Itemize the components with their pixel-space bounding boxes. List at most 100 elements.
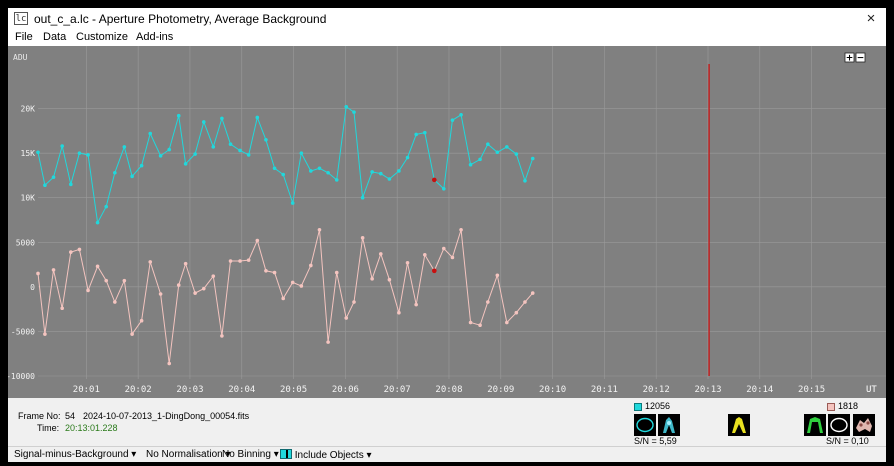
plot-background bbox=[8, 46, 886, 398]
series-comparison-point bbox=[148, 260, 153, 264]
comparison-psf-thumbnail[interactable] bbox=[853, 414, 875, 436]
chevron-down-icon: ▾ bbox=[131, 449, 137, 460]
series-comparison-point bbox=[414, 302, 418, 307]
series-comparison-point bbox=[183, 261, 188, 266]
series-comparison-point bbox=[486, 300, 490, 304]
include-objects-dropdown[interactable]: Include Objects ▾ bbox=[280, 449, 372, 461]
x-tick-label: 20:11 bbox=[591, 385, 618, 395]
series-comparison-point bbox=[478, 323, 482, 327]
target-id: 12056 bbox=[645, 401, 671, 411]
app-window: lc out_c_a.lc - Aperture Photometry, Ave… bbox=[8, 8, 886, 462]
status-bar: Signal-minus-Background ▾ No Normalisati… bbox=[8, 446, 886, 462]
x-tick-label: 20:05 bbox=[280, 385, 307, 395]
time-label: Time: bbox=[37, 423, 60, 433]
menu-add-ins[interactable]: Add-ins bbox=[136, 31, 173, 43]
series-target-point bbox=[69, 182, 73, 187]
series-comparison-point bbox=[352, 300, 356, 304]
window-title: out_c_a.lc - Aperture Photometry, Averag… bbox=[34, 12, 327, 26]
x-tick-label: 20:14 bbox=[746, 385, 773, 395]
binning-dropdown[interactable]: No Binning ▾ bbox=[222, 449, 279, 460]
series-comparison-point bbox=[51, 268, 56, 272]
series-target-point bbox=[478, 157, 482, 162]
series-target-point bbox=[370, 170, 374, 174]
series-comparison-point bbox=[193, 291, 197, 295]
series-comparison-point bbox=[468, 320, 473, 325]
close-button[interactable]: × bbox=[862, 10, 880, 28]
x-tick-label: 20:06 bbox=[332, 385, 359, 395]
series-target-point bbox=[441, 187, 446, 191]
series-target-point bbox=[387, 177, 392, 181]
series-target-point bbox=[158, 154, 163, 158]
series-comparison-point bbox=[378, 252, 383, 256]
target-aperture-thumbnail[interactable] bbox=[634, 414, 656, 436]
x-tick-label: 20:12 bbox=[643, 385, 670, 395]
frame-number-label: Frame No: bbox=[18, 411, 61, 421]
series-target-point bbox=[167, 147, 172, 152]
target-psf-thumbnail[interactable] bbox=[658, 414, 680, 436]
zoom-out-button[interactable]: − bbox=[855, 52, 866, 64]
series-target-point bbox=[514, 152, 519, 156]
series-target-point bbox=[486, 142, 490, 147]
series-comparison-point bbox=[495, 273, 500, 278]
series-comparison-point bbox=[405, 260, 410, 265]
series-comparison-point bbox=[530, 291, 535, 295]
normalisation-dropdown[interactable]: No Normalisation ▾ bbox=[146, 449, 231, 460]
menu-customize[interactable]: Customize bbox=[76, 31, 128, 43]
series-target-point bbox=[290, 201, 295, 205]
lightcurve-plot-area[interactable]: -10000 -5000 0 5000 10K 15K 20K 20:01 20:02 20:0… bbox=[8, 46, 886, 398]
series-comparison-point bbox=[201, 286, 206, 291]
y-tick-label: 15K bbox=[21, 149, 36, 158]
zoom-out-icon: − bbox=[857, 54, 865, 64]
x-axis-ticks: 20:01 20:02 20:03 20:04 20:05 20:06 20:07 20:08… bbox=[73, 385, 825, 395]
frame-number-value: 54 bbox=[65, 411, 76, 421]
x-tick-label: 20:10 bbox=[539, 385, 566, 395]
series-target-point bbox=[130, 174, 134, 179]
y-unit-label: ADU bbox=[13, 53, 28, 62]
series-target-point bbox=[530, 156, 535, 161]
frame-file-name: 2024-10-07-2013_1-DingDong_00054.fits bbox=[83, 411, 250, 421]
series-target-point bbox=[193, 152, 197, 156]
series-target-point bbox=[334, 178, 339, 182]
series-comparison-point bbox=[86, 288, 90, 293]
series-target-point bbox=[423, 130, 427, 135]
series-target-point bbox=[122, 145, 127, 149]
series-comparison-point bbox=[290, 280, 295, 285]
series-comparison-point bbox=[360, 236, 365, 240]
series-target-point bbox=[36, 150, 40, 155]
series-target-point bbox=[148, 131, 153, 136]
x-unit-label: UT bbox=[866, 385, 877, 395]
series-target-point bbox=[264, 137, 268, 142]
series-comparison-point bbox=[459, 228, 463, 232]
zoom-in-button[interactable]: + bbox=[844, 52, 855, 64]
menu-file[interactable]: File bbox=[15, 31, 33, 43]
lightcurve-chart[interactable]: -10000-50000500010K15K20K 20:01 20:02 20:0… bbox=[8, 46, 886, 398]
menu-data[interactable]: Data bbox=[43, 31, 66, 43]
target-profile-thumbnail[interactable] bbox=[728, 414, 750, 436]
series-comparison-point bbox=[317, 228, 322, 232]
comparison-profile-thumbnail[interactable] bbox=[804, 414, 826, 436]
signal-mode-dropdown[interactable]: Signal-minus-Background ▾ bbox=[14, 449, 136, 460]
series-comparison-point bbox=[69, 250, 73, 254]
series-comparison-point bbox=[95, 264, 100, 269]
series-comparison-point bbox=[264, 269, 268, 273]
series-target-point bbox=[432, 177, 437, 183]
series-target-point bbox=[51, 175, 56, 180]
comparison-aperture-thumbnail[interactable] bbox=[828, 414, 850, 436]
signal-mode-label: Signal-minus-Background bbox=[14, 449, 129, 460]
y-tick-label: 20K bbox=[21, 105, 36, 114]
series-comparison-point bbox=[255, 238, 260, 243]
series-comparison-point bbox=[514, 310, 519, 315]
x-tick-label: 20:02 bbox=[125, 385, 152, 395]
series-target-point bbox=[201, 120, 206, 124]
target-color-swatch bbox=[634, 403, 642, 411]
y-tick-label: 5000 bbox=[16, 238, 35, 247]
series-comparison-point bbox=[450, 255, 455, 260]
series-comparison-point bbox=[220, 334, 224, 338]
series-comparison-point bbox=[246, 258, 251, 262]
series-comparison-point bbox=[167, 361, 172, 366]
series-target-point bbox=[95, 220, 100, 225]
series-target-point bbox=[77, 151, 82, 155]
y-tick-label: -10000 bbox=[8, 372, 35, 381]
series-target-point bbox=[183, 162, 188, 166]
series-target-point bbox=[246, 153, 251, 157]
